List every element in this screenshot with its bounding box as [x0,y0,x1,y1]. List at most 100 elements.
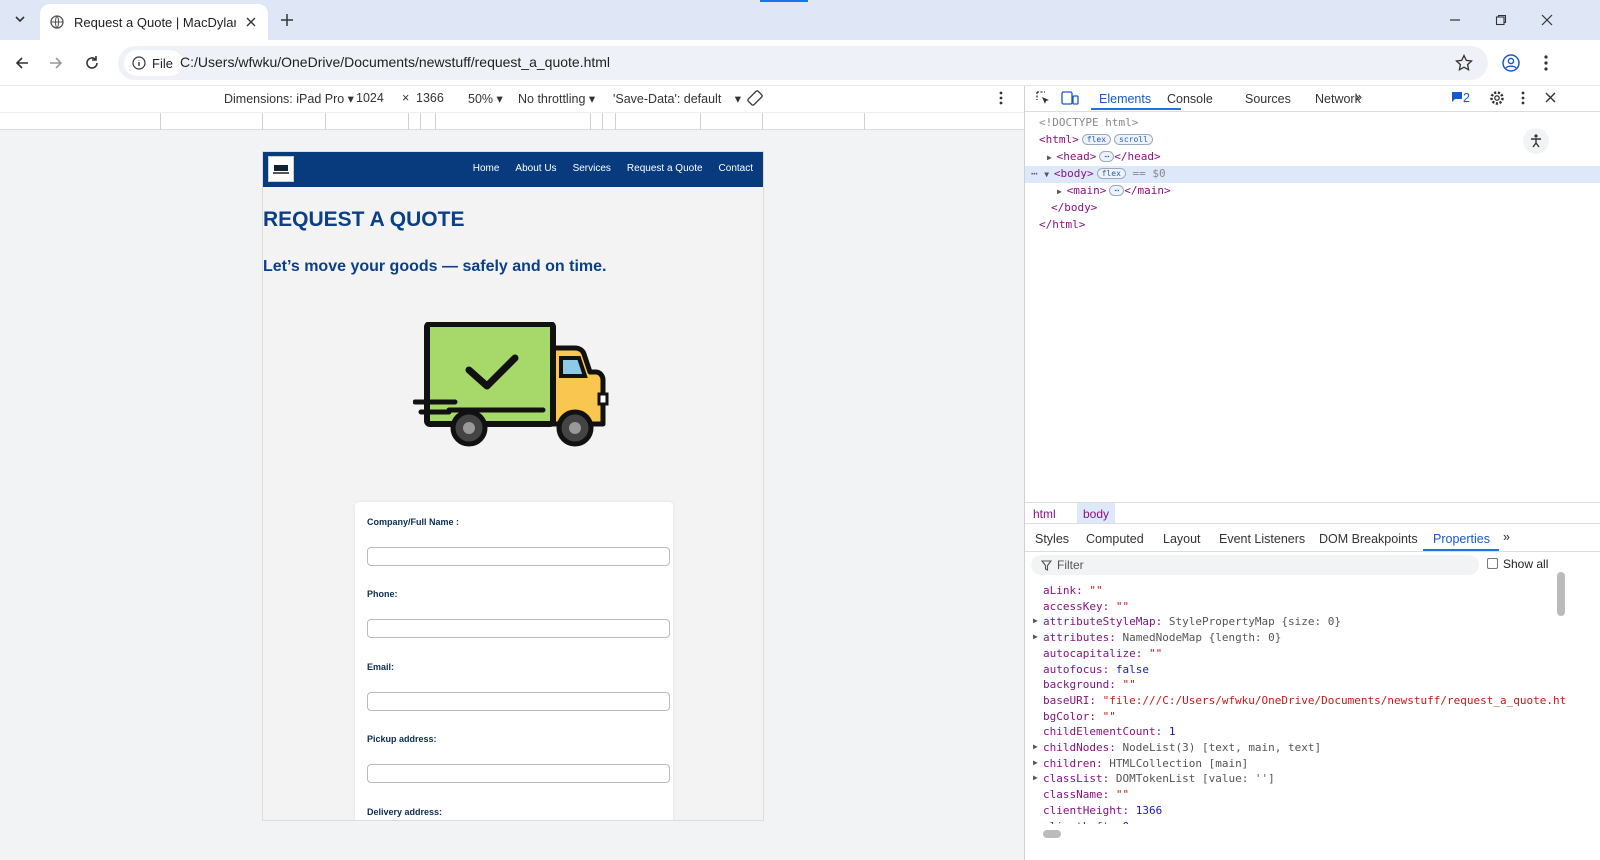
property-row[interactable]: aLink: "" [1043,584,1103,597]
pane-tab-styles[interactable]: Styles [1035,532,1069,546]
tab-console[interactable]: Console [1167,92,1213,106]
settings-gear-icon[interactable] [1489,90,1505,109]
browser-tab[interactable]: Request a Quote | MacDylan Ho [40,4,268,40]
dom-head-node[interactable]: ▶ <head> ⋯ </head> [1047,150,1161,163]
property-row[interactable]: clientLeft: 0 [1043,820,1129,825]
property-row[interactable]: baseURI: "file:///C:/Users/wfwku/OneDriv… [1043,694,1566,707]
close-window-button[interactable] [1524,0,1570,40]
nav-services-link[interactable]: Services [573,163,611,174]
pane-tab-properties[interactable]: Properties [1433,532,1490,546]
expand-arrow-icon[interactable]: ▶ [1033,632,1038,641]
dom-main-node[interactable]: ▶ <main> ⋯ </main> [1057,184,1171,197]
device-options-icon[interactable] [999,91,1003,108]
browser-menu-button[interactable] [1534,51,1558,75]
property-row[interactable]: background: "" [1043,678,1136,691]
property-key: aLink: [1043,584,1090,597]
expand-arrow-icon[interactable]: ▶ [1033,616,1038,625]
property-row[interactable]: clientHeight: 1366 [1043,804,1162,817]
properties-horizontal-scrollbar[interactable] [1043,830,1061,838]
dom-body-node[interactable]: ⋯ ▼ <body> flex == $0 [1025,166,1600,183]
minimize-button[interactable] [1432,0,1478,40]
property-value: NodeList(3) [text, main, text] [1122,741,1322,754]
nav-quote-link[interactable]: Request a Quote [627,163,703,174]
devtools-menu-icon[interactable] [1521,91,1525,108]
back-button[interactable] [10,51,34,75]
minimize-icon [1450,19,1460,21]
device-dimensions-select[interactable]: Dimensions: iPad Pro ▾ [224,91,354,106]
close-devtools-icon[interactable] [1545,92,1556,106]
property-key: baseURI: [1043,693,1103,707]
property-row[interactable]: bgColor: "" [1043,710,1116,723]
nav-contact-link[interactable]: Contact [719,163,753,174]
property-row[interactable]: autofocus: false [1043,663,1149,676]
property-row[interactable]: autocapitalize: "" [1043,647,1162,660]
property-row[interactable]: ▶ attributeStyleMap: StylePropertyMap {si… [1033,615,1341,629]
throttling-select[interactable]: No throttling ▾ [518,91,595,106]
property-value: "" [1115,599,1130,613]
company-logo[interactable] [268,156,294,182]
property-value: "" [1148,646,1163,660]
dom-html-close[interactable]: </html> [1039,218,1085,231]
pane-tab-computed[interactable]: Computed [1086,532,1144,546]
more-tabs-icon[interactable]: » [1355,90,1362,104]
dom-html-node[interactable]: <html> flex scroll [1039,133,1153,146]
breadcrumb-html[interactable]: html [1033,507,1056,521]
inspect-element-icon[interactable] [1035,90,1051,109]
property-row[interactable]: ▶ children: HTMLCollection [main] [1033,757,1248,770]
phone-input[interactable] [367,619,670,638]
pane-tab-layout[interactable]: Layout [1163,532,1201,546]
new-tab-button[interactable] [276,9,298,31]
pane-tab-event-listeners[interactable]: Event Listeners [1219,532,1305,546]
pickup-address-input[interactable] [367,764,670,783]
filter-input[interactable]: Filter [1031,555,1479,575]
property-row[interactable]: ▶ childNodes: NodeList(3) [text, main, te… [1033,741,1322,754]
email-input[interactable] [367,692,670,711]
rotate-icon[interactable] [746,89,764,110]
issues-badge[interactable]: 2 [1451,91,1470,105]
company-name-input[interactable] [367,547,670,566]
dimension-times-label: × [402,91,410,105]
show-all-checkbox[interactable] [1487,558,1498,569]
tab-network[interactable]: Network [1315,92,1361,106]
url-text[interactable]: C:/Users/wfwku/OneDrive/Documents/newstu… [180,54,610,70]
reload-button[interactable] [80,51,104,75]
expand-arrow-icon[interactable]: ▶ [1033,758,1038,767]
nav-home-link[interactable]: Home [473,163,500,174]
property-value: NamedNodeMap {length: 0} [1122,631,1282,645]
expand-arrow-icon[interactable]: ▶ [1033,742,1038,751]
nav-about-link[interactable]: About Us [515,163,556,174]
dom-tree: <!DOCTYPE html> <html> flex scroll ▶ <head… [1025,114,1600,494]
expand-arrow-icon[interactable]: ▶ [1033,773,1038,782]
device-height-input[interactable]: 1366 [416,91,444,105]
property-row[interactable]: childElementCount: 1 [1043,725,1175,738]
restore-button[interactable] [1478,0,1524,40]
pane-tab-dom-breakpoints[interactable]: DOM Breakpoints [1319,532,1418,546]
tab-sources[interactable]: Sources [1245,92,1291,106]
profile-button[interactable] [1499,51,1523,75]
save-data-select[interactable]: 'Save-Data': default ▾ [613,91,741,106]
properties-scrollbar[interactable] [1557,572,1565,616]
dom-body-close[interactable]: </body> [1051,201,1097,214]
accessibility-icon[interactable] [1523,128,1549,154]
property-row[interactable]: className: "" [1043,788,1129,801]
device-toggle-icon[interactable] [1061,90,1079,109]
property-key: classList: [1043,772,1116,786]
close-tab-icon[interactable] [242,13,260,31]
device-width-input[interactable]: 1024 [356,91,384,105]
dom-doctype[interactable]: <!DOCTYPE html> [1039,116,1138,129]
bookmark-star-icon[interactable] [1454,53,1474,73]
property-row[interactable]: ▶ classList: DOMTokenList [value: ''] [1033,772,1275,786]
property-row[interactable]: ▶ attributes: NamedNodeMap {length: 0} [1033,631,1282,645]
more-pane-tabs-icon[interactable]: » [1503,530,1510,544]
zoom-select[interactable]: 50% ▾ [468,91,503,106]
breadcrumb-body[interactable]: body [1077,503,1116,523]
forward-button[interactable] [44,51,68,75]
property-key: attributeStyleMap: [1043,615,1169,629]
property-row[interactable]: accessKey: "" [1043,600,1129,613]
tab-elements[interactable]: Elements [1099,92,1151,106]
show-all-label: Show all [1503,557,1549,571]
site-chip-label: File [152,55,173,71]
tab-search-button[interactable] [8,7,32,31]
site-info-chip[interactable]: File [124,50,183,76]
omnibox[interactable]: File C:/Users/wfwku/OneDrive/Documents/n… [118,46,1488,80]
